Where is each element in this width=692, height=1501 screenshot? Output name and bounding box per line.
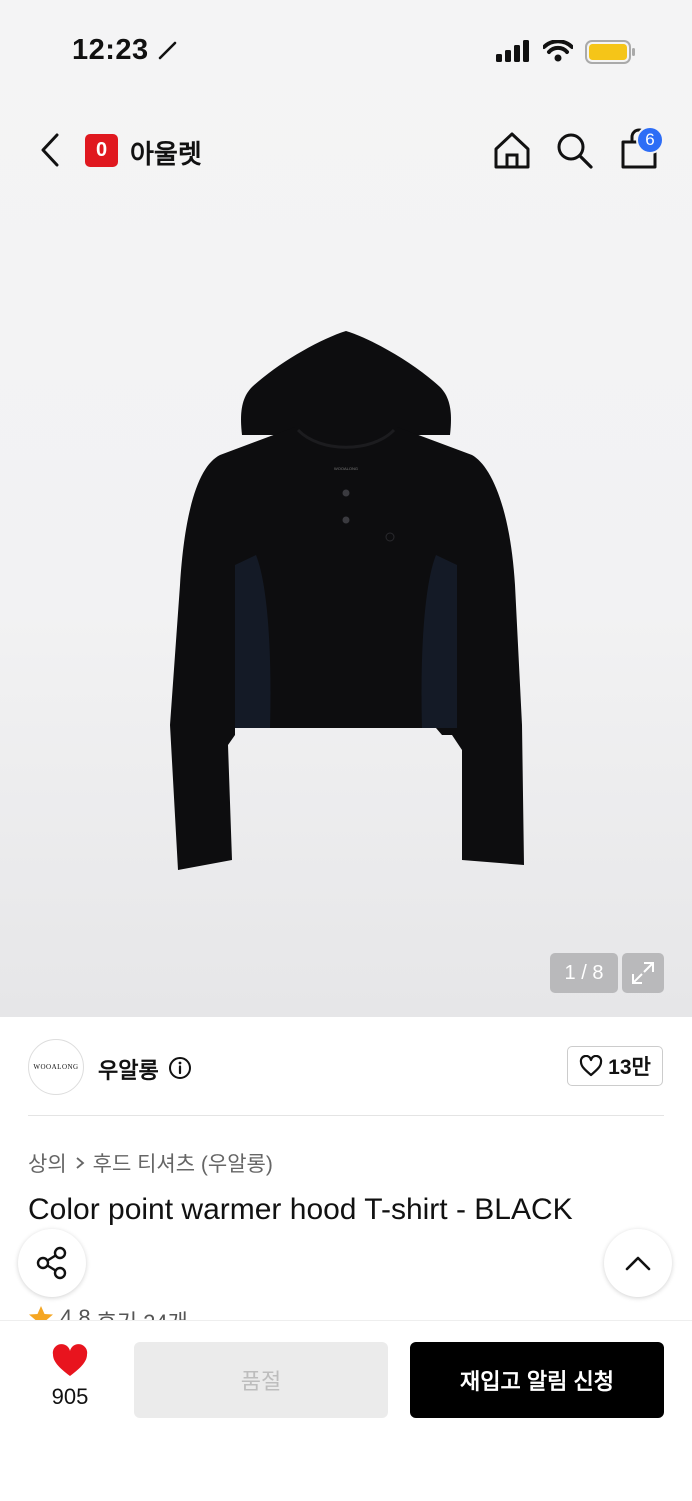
info-icon[interactable]: [168, 1056, 192, 1080]
wifi-icon: [543, 40, 573, 62]
home-icon: [494, 132, 530, 169]
breadcrumb-subcategory[interactable]: 후드 티셔츠 (우알롱): [93, 1148, 273, 1178]
brand-name[interactable]: 우알롱: [98, 1053, 159, 1085]
share-button[interactable]: [18, 1229, 86, 1297]
breadcrumb-category[interactable]: 상의: [28, 1148, 67, 1178]
chevron-left-icon: [41, 133, 59, 167]
divider: [28, 1115, 664, 1116]
product-gallery[interactable]: 12:23 0 아울렛 6 WOOALONG 1 / 8: [0, 0, 692, 1017]
app-logo[interactable]: 0: [85, 134, 118, 167]
search-icon: [557, 133, 593, 169]
battery-icon: [585, 40, 635, 64]
heart-outline-icon: [580, 1055, 603, 1077]
pencil-icon: [158, 41, 177, 60]
breadcrumb: 상의 후드 티셔츠 (우알롱): [28, 1148, 273, 1178]
product-image[interactable]: WOOALONG: [160, 325, 532, 875]
brand-row: WOOALONG 우알롱 13만: [0, 1017, 692, 1117]
star-icon: [29, 1306, 53, 1321]
soldout-button[interactable]: 품절: [134, 1342, 388, 1418]
product-title: Color point warmer hood T-shirt - BLACK: [28, 1193, 573, 1226]
share-icon: [36, 1246, 67, 1280]
brand-like-count: 13만: [608, 1056, 651, 1079]
rating-value: 4.8: [60, 1305, 91, 1321]
brand-like-button[interactable]: 13만: [567, 1046, 663, 1086]
status-time: 12:23: [72, 34, 149, 66]
expand-image-button[interactable]: [622, 953, 664, 993]
brand-logo[interactable]: WOOALONG: [28, 1039, 84, 1095]
scroll-top-button[interactable]: [604, 1229, 672, 1297]
search-button[interactable]: [556, 132, 594, 175]
chevron-up-icon: [625, 1256, 651, 1271]
image-counter: 1 / 8: [550, 953, 618, 993]
restock-alert-button[interactable]: 재입고 알림 신청: [410, 1342, 664, 1418]
chevron-right-icon: [76, 1157, 85, 1169]
signal-icon: [496, 40, 529, 62]
status-bar: 12:23: [0, 0, 692, 100]
cart-count-badge: 6: [636, 126, 664, 154]
home-button[interactable]: [492, 130, 532, 175]
heart-filled-icon[interactable]: [51, 1344, 89, 1378]
top-nav: 0 아울렛: [0, 120, 692, 180]
review-count: 후기 24개: [97, 1305, 188, 1321]
expand-icon: [632, 962, 654, 984]
garment-label: WOOALONG: [334, 466, 358, 471]
back-button[interactable]: [30, 130, 70, 170]
rating-row[interactable]: 4.8 후기 24개: [28, 1305, 188, 1321]
app-title[interactable]: 아울렛: [130, 134, 202, 171]
wish-count: 905: [51, 1384, 89, 1409]
